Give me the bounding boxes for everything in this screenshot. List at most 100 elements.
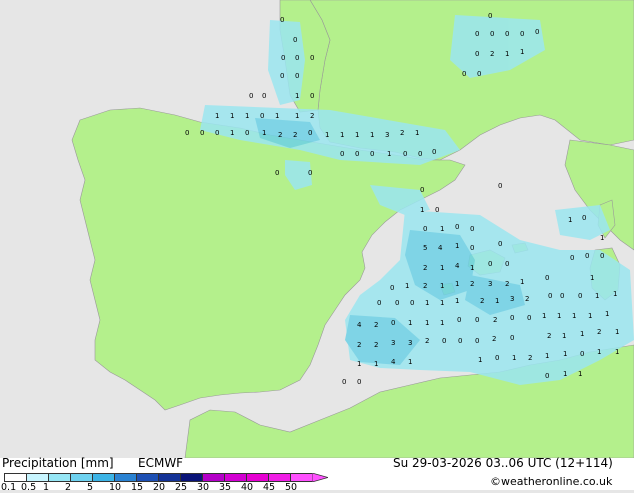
precip-value: 0 — [545, 372, 549, 380]
precip-value: 1 — [295, 92, 299, 100]
precip-value: 0 — [262, 92, 266, 100]
precip-value: 0 — [520, 30, 524, 38]
precip-value: 3 — [408, 339, 412, 347]
scale-swatch — [224, 473, 246, 482]
precip-value: 1 — [415, 129, 419, 137]
precip-value: 4 — [455, 262, 460, 270]
scale-swatch — [114, 473, 136, 482]
precip-value: 1 — [440, 299, 444, 307]
precip-value: 0 — [535, 28, 539, 36]
scale-tick-label: 5 — [87, 482, 94, 493]
precip-value: 2 — [597, 328, 601, 336]
precip-value: 1 — [425, 319, 429, 327]
precip-value: 0 — [498, 240, 502, 248]
precip-value: 1 — [588, 312, 592, 320]
scale-tick-label: 30 — [197, 482, 210, 493]
precip-value: 0 — [488, 260, 492, 268]
precip-value: 2 — [423, 282, 427, 290]
scale-swatch — [70, 473, 92, 482]
precip-value: 1 — [230, 129, 234, 137]
precip-value: 0 — [260, 112, 264, 120]
precip-value: 0 — [280, 16, 284, 24]
precip-value: 0 — [455, 223, 459, 231]
precip-value: 2 — [400, 129, 404, 137]
scale-tick-label: 2 — [65, 482, 72, 493]
precip-value: 1 — [520, 278, 524, 286]
precip-value: 1 — [520, 48, 524, 56]
scale-swatch — [180, 473, 202, 482]
precip-value: 0 — [475, 30, 479, 38]
precip-value: 1 — [557, 312, 561, 320]
precip-value: 1 — [580, 330, 584, 338]
precip-value: 0 — [582, 214, 586, 222]
precip-value: 0 — [457, 316, 461, 324]
precip-value: 0 — [495, 354, 499, 362]
precip-value: 1 — [230, 112, 234, 120]
precip-value: 0 — [600, 252, 604, 260]
precip-value: 1 — [545, 352, 549, 360]
credit-text: ©weatheronline.co.uk — [490, 475, 613, 488]
precip-value: 5 — [423, 244, 427, 252]
precip-value: 0 — [310, 54, 314, 62]
precip-value: 0 — [470, 244, 474, 252]
precip-value: 1 — [590, 274, 594, 282]
scale-tick-label: 20 — [153, 482, 166, 493]
precip-value: 2 — [490, 50, 494, 58]
precip-value: 2 — [310, 112, 314, 120]
precip-value: 0 — [249, 92, 253, 100]
scale-tick-label: 50 — [285, 482, 298, 493]
precip-value: 1 — [370, 131, 374, 139]
scale-swatch — [4, 473, 26, 482]
precip-value: 0 — [475, 50, 479, 58]
scale-swatch — [246, 473, 268, 482]
precip-value: 0 — [475, 316, 479, 324]
precip-value: 1 — [512, 354, 516, 362]
precip-value: 0 — [505, 260, 509, 268]
precip-value: 0 — [580, 350, 584, 358]
precip-value: 0 — [281, 54, 285, 62]
scale-tick-label: 40 — [241, 482, 254, 493]
precip-value: 1 — [542, 312, 546, 320]
precip-value: 0 — [308, 169, 312, 177]
scale-tick-label: 10 — [109, 482, 122, 493]
precip-value: 2 — [423, 264, 427, 272]
precip-value: 1 — [505, 50, 509, 58]
precip-value: 0 — [403, 150, 407, 158]
precip-value: 2 — [425, 337, 429, 345]
precip-value: 0 — [390, 284, 394, 292]
precip-value: 0 — [442, 337, 446, 345]
precip-value: 1 — [600, 234, 604, 242]
precip-value: 0 — [488, 12, 492, 20]
precip-value: 1 — [605, 310, 609, 318]
precip-value: 0 — [470, 225, 474, 233]
precip-value: 0 — [342, 378, 346, 386]
precip-value: 1 — [597, 348, 601, 356]
precip-value: 0 — [545, 274, 549, 282]
precip-value: 1 — [563, 370, 567, 378]
precip-value: 3 — [385, 131, 389, 139]
precip-value: 1 — [470, 264, 474, 272]
precip-value: 2 — [374, 321, 378, 329]
precip-value: 0 — [435, 206, 439, 214]
precip-value: 0 — [585, 252, 589, 260]
precip-value: 1 — [495, 297, 499, 305]
precip-value: 2 — [525, 295, 529, 303]
precip-value: 2 — [528, 354, 532, 362]
precip-value: 2 — [470, 280, 474, 288]
precip-value: 0 — [462, 70, 466, 78]
scale-swatch — [202, 473, 224, 482]
precip-value: 0 — [310, 92, 314, 100]
forecast-datetime: Su 29-03-2026 03..06 UTC (12+114) — [393, 456, 613, 470]
precip-value: 1 — [563, 350, 567, 358]
precip-value: 1 — [408, 319, 412, 327]
precip-value: 1 — [440, 319, 444, 327]
precip-value: 0 — [477, 70, 481, 78]
precip-value: 0 — [510, 334, 514, 342]
precip-value: 3 — [488, 280, 492, 288]
precip-value: 2 — [492, 335, 496, 343]
precip-value: 2 — [480, 297, 484, 305]
precip-value: 1 — [440, 282, 444, 290]
precip-value: 1 — [572, 312, 576, 320]
scale-swatch — [158, 473, 180, 482]
precip-value: 1 — [357, 360, 361, 368]
